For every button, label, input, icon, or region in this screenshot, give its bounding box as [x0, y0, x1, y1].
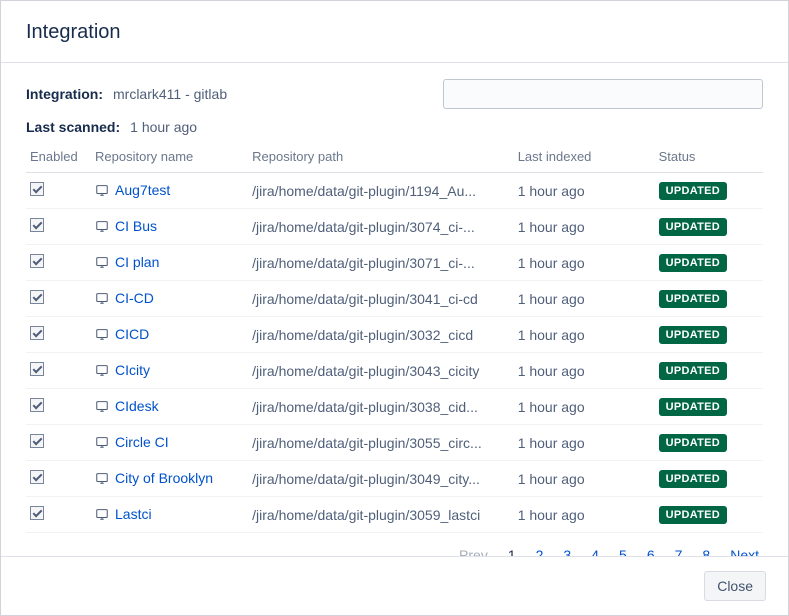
search-input[interactable]: [443, 79, 763, 109]
dialog-footer: Close: [1, 556, 788, 615]
repo-link[interactable]: CIcity: [115, 362, 150, 378]
table-row: CIdesk /jira/home/data/git-plugin/3038_c…: [26, 389, 763, 425]
repo-link[interactable]: CI plan: [115, 254, 159, 270]
dialog-header: Integration: [1, 1, 788, 63]
repo-icon: [95, 291, 109, 308]
repo-path: /jira/home/data/git-plugin/3071_ci-...: [248, 245, 514, 281]
repo-icon: [95, 435, 109, 452]
table-row: CI-CD /jira/home/data/git-plugin/3041_ci…: [26, 281, 763, 317]
repo-link[interactable]: CI Bus: [115, 218, 157, 234]
enabled-checkbox[interactable]: [30, 326, 44, 340]
repo-path: /jira/home/data/git-plugin/3038_cid...: [248, 389, 514, 425]
repo-indexed: 1 hour ago: [514, 497, 655, 533]
repo-link[interactable]: Aug7test: [115, 182, 170, 198]
enabled-checkbox[interactable]: [30, 182, 44, 196]
table-row: CIcity /jira/home/data/git-plugin/3043_c…: [26, 353, 763, 389]
integration-value: mrclark411 - gitlab: [113, 86, 227, 102]
close-button[interactable]: Close: [704, 571, 766, 601]
page-title: Integration: [26, 21, 763, 44]
repo-icon: [95, 327, 109, 344]
enabled-checkbox[interactable]: [30, 254, 44, 268]
enabled-checkbox[interactable]: [30, 434, 44, 448]
repo-path: /jira/home/data/git-plugin/3032_cicd: [248, 317, 514, 353]
repo-indexed: 1 hour ago: [514, 353, 655, 389]
table-row: CI Bus /jira/home/data/git-plugin/3074_c…: [26, 209, 763, 245]
repo-icon: [95, 183, 109, 200]
status-badge: UPDATED: [659, 434, 727, 452]
repo-indexed: 1 hour ago: [514, 425, 655, 461]
repo-icon: [95, 507, 109, 524]
repo-path: /jira/home/data/git-plugin/3049_city...: [248, 461, 514, 497]
integration-label: Integration:: [26, 86, 103, 102]
repo-link[interactable]: City of Brooklyn: [115, 470, 213, 486]
col-header-path[interactable]: Repository path: [248, 141, 514, 173]
status-badge: UPDATED: [659, 506, 727, 524]
repo-indexed: 1 hour ago: [514, 317, 655, 353]
search-input-wrap: [443, 79, 763, 109]
status-badge: UPDATED: [659, 362, 727, 380]
table-row: Lastci /jira/home/data/git-plugin/3059_l…: [26, 497, 763, 533]
repo-table: Enabled Repository name Repository path …: [26, 141, 763, 533]
status-badge: UPDATED: [659, 398, 727, 416]
enabled-checkbox[interactable]: [30, 362, 44, 376]
enabled-checkbox[interactable]: [30, 398, 44, 412]
repo-icon: [95, 471, 109, 488]
last-scanned-value: 1 hour ago: [130, 119, 197, 135]
status-badge: UPDATED: [659, 290, 727, 308]
repo-indexed: 1 hour ago: [514, 461, 655, 497]
repo-path: /jira/home/data/git-plugin/3059_lastci: [248, 497, 514, 533]
repo-path: /jira/home/data/git-plugin/3055_circ...: [248, 425, 514, 461]
repo-icon: [95, 399, 109, 416]
status-badge: UPDATED: [659, 470, 727, 488]
repo-path: /jira/home/data/git-plugin/3074_ci-...: [248, 209, 514, 245]
last-scanned-label: Last scanned:: [26, 119, 120, 135]
enabled-checkbox[interactable]: [30, 218, 44, 232]
table-row: CI plan /jira/home/data/git-plugin/3071_…: [26, 245, 763, 281]
repo-link[interactable]: CIdesk: [115, 398, 159, 414]
dialog-content: Integration: mrclark411 - gitlab Last sc…: [1, 63, 788, 579]
repo-indexed: 1 hour ago: [514, 389, 655, 425]
repo-icon: [95, 219, 109, 236]
col-header-name[interactable]: Repository name: [91, 141, 248, 173]
status-badge: UPDATED: [659, 218, 727, 236]
col-header-indexed[interactable]: Last indexed: [514, 141, 655, 173]
enabled-checkbox[interactable]: [30, 506, 44, 520]
table-row: City of Brooklyn /jira/home/data/git-plu…: [26, 461, 763, 497]
info-row-scanned: Last scanned: 1 hour ago: [26, 119, 763, 135]
info-row-integration: Integration: mrclark411 - gitlab: [26, 79, 763, 109]
col-header-status[interactable]: Status: [655, 141, 763, 173]
table-row: Circle CI /jira/home/data/git-plugin/305…: [26, 425, 763, 461]
repo-link[interactable]: Circle CI: [115, 434, 169, 450]
col-header-enabled[interactable]: Enabled: [26, 141, 91, 173]
repo-indexed: 1 hour ago: [514, 173, 655, 209]
repo-indexed: 1 hour ago: [514, 209, 655, 245]
table-row: CICD /jira/home/data/git-plugin/3032_cic…: [26, 317, 763, 353]
status-badge: UPDATED: [659, 254, 727, 272]
repo-icon: [95, 363, 109, 380]
repo-icon: [95, 255, 109, 272]
repo-link[interactable]: Lastci: [115, 506, 152, 522]
enabled-checkbox[interactable]: [30, 290, 44, 304]
enabled-checkbox[interactable]: [30, 470, 44, 484]
repo-link[interactable]: CICD: [115, 326, 149, 342]
repo-path: /jira/home/data/git-plugin/3041_ci-cd: [248, 281, 514, 317]
table-row: Aug7test /jira/home/data/git-plugin/1194…: [26, 173, 763, 209]
status-badge: UPDATED: [659, 182, 727, 200]
status-badge: UPDATED: [659, 326, 727, 344]
repo-path: /jira/home/data/git-plugin/1194_Au...: [248, 173, 514, 209]
repo-indexed: 1 hour ago: [514, 281, 655, 317]
repo-link[interactable]: CI-CD: [115, 290, 154, 306]
repo-path: /jira/home/data/git-plugin/3043_cicity: [248, 353, 514, 389]
repo-indexed: 1 hour ago: [514, 245, 655, 281]
